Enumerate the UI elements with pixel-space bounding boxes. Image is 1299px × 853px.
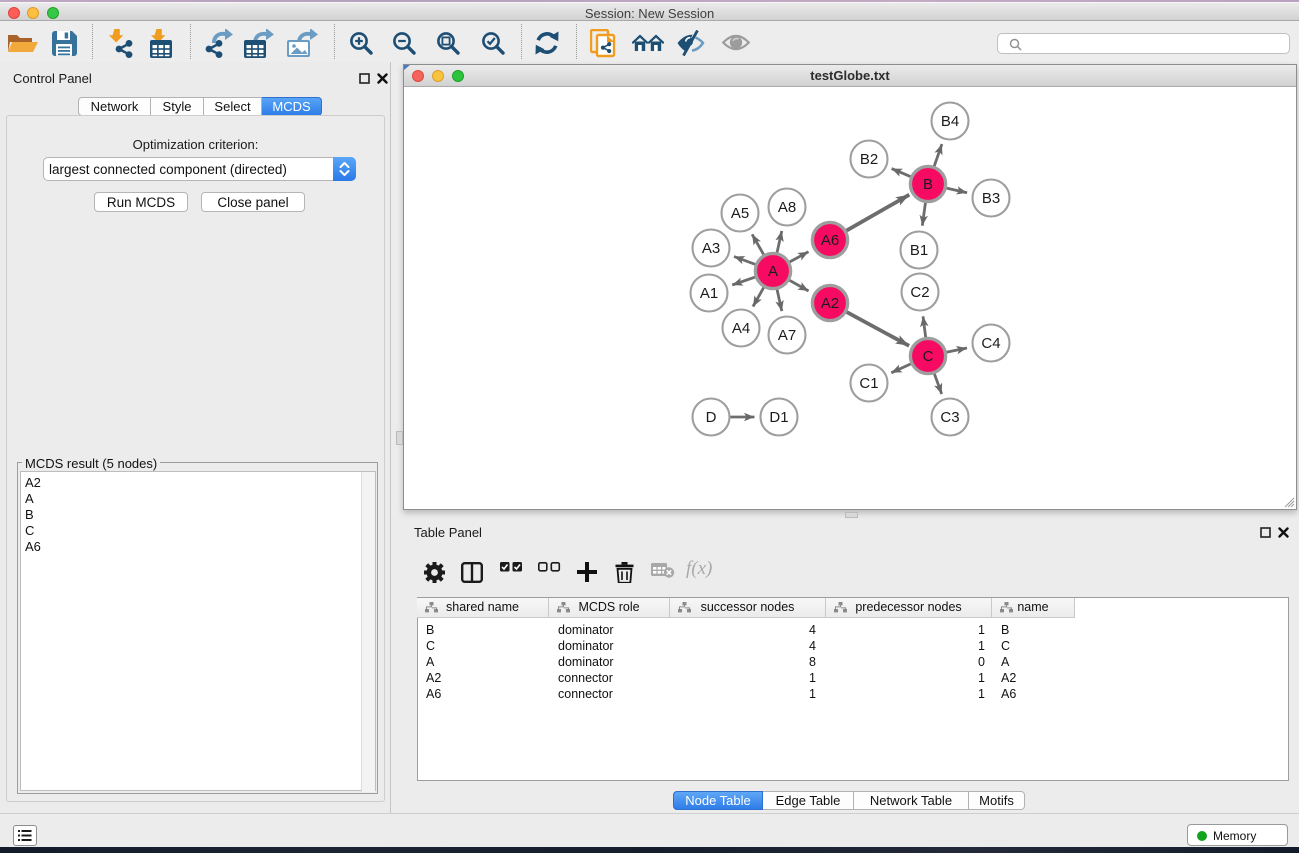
svg-text:B1: B1 — [910, 242, 928, 259]
svg-text:A2: A2 — [821, 295, 839, 312]
svg-text:C1: C1 — [859, 375, 878, 392]
svg-text:D: D — [706, 409, 717, 426]
svg-text:B: B — [923, 176, 933, 193]
svg-text:A5: A5 — [731, 205, 749, 222]
svg-text:A6: A6 — [821, 232, 839, 249]
svg-text:A3: A3 — [702, 240, 720, 257]
svg-text:C: C — [923, 348, 934, 365]
svg-text:B2: B2 — [860, 151, 878, 168]
svg-text:D1: D1 — [769, 409, 788, 426]
svg-text:A1: A1 — [700, 285, 718, 302]
svg-text:B3: B3 — [982, 190, 1000, 207]
svg-text:A7: A7 — [778, 327, 796, 344]
svg-text:A: A — [768, 263, 778, 280]
svg-text:B4: B4 — [941, 113, 959, 130]
svg-text:C3: C3 — [940, 409, 959, 426]
svg-text:A4: A4 — [732, 320, 750, 337]
svg-text:C2: C2 — [910, 284, 929, 301]
svg-text:A8: A8 — [778, 199, 796, 216]
svg-text:C4: C4 — [981, 335, 1000, 352]
